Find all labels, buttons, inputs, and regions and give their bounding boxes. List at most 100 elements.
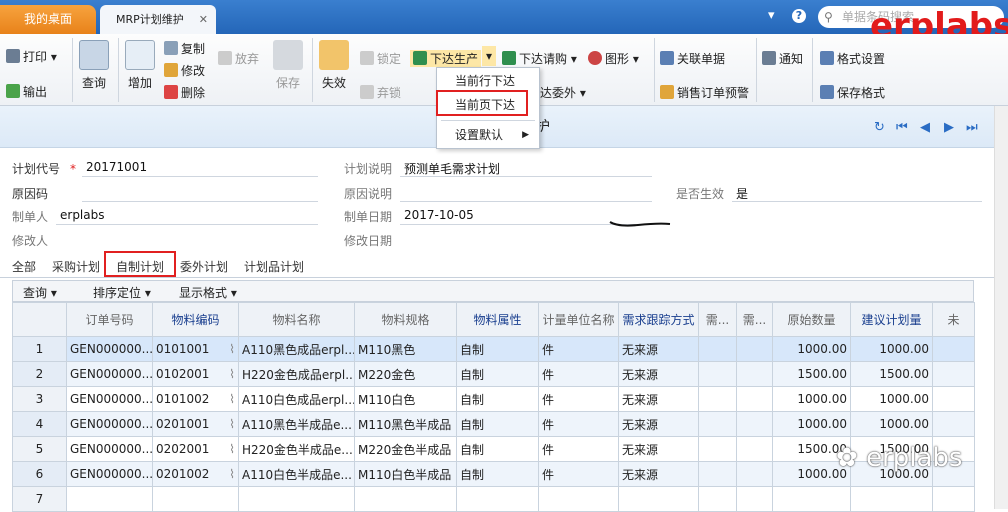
demand-a-cell[interactable] bbox=[698, 411, 737, 437]
tracking-cell[interactable]: 无来源 bbox=[618, 386, 699, 412]
item-spec-cell[interactable]: M110黑色半成品 bbox=[354, 411, 457, 437]
unit-cell[interactable]: 件 bbox=[538, 436, 619, 462]
demand-b-cell[interactable] bbox=[736, 411, 773, 437]
row-number-cell[interactable]: 5 bbox=[12, 436, 67, 462]
col-order-number[interactable]: 订单号码 bbox=[66, 302, 153, 337]
item-spec-cell[interactable]: M110白色 bbox=[354, 386, 457, 412]
col-item-name[interactable]: 物料名称 bbox=[238, 302, 355, 337]
attachment-icon[interactable]: ⌇ bbox=[229, 467, 235, 481]
unit-cell[interactable] bbox=[538, 486, 619, 512]
item-name-cell[interactable]: A110白色半成品e... bbox=[238, 461, 355, 487]
unit-cell[interactable]: 件 bbox=[538, 386, 619, 412]
attachment-icon[interactable]: ⌇ bbox=[229, 417, 235, 431]
grid-query-button[interactable]: 查询 ▾ bbox=[23, 284, 57, 301]
demand-b-cell[interactable] bbox=[736, 336, 773, 362]
tab-all[interactable]: 全部 bbox=[12, 258, 36, 275]
row-number-cell[interactable]: 3 bbox=[12, 386, 67, 412]
linked-docs-button[interactable]: 关联单据 bbox=[660, 50, 725, 67]
plan-desc-field[interactable]: 预测单毛需求计划 bbox=[404, 160, 500, 177]
item-name-cell[interactable]: A110黑色成品erpl... bbox=[238, 336, 355, 362]
refresh-icon[interactable]: ↻ bbox=[874, 120, 885, 135]
more-cell[interactable] bbox=[932, 486, 975, 512]
last-record-icon[interactable]: ⏭ bbox=[966, 120, 978, 135]
add-button[interactable]: 增加 bbox=[124, 40, 156, 91]
vertical-scrollbar[interactable] bbox=[994, 106, 1008, 509]
plan-code-field[interactable]: 20171001 bbox=[86, 160, 147, 174]
tracking-cell[interactable]: 无来源 bbox=[618, 361, 699, 387]
unit-cell[interactable]: 件 bbox=[538, 411, 619, 437]
original-qty-cell[interactable]: 1000.00 bbox=[772, 336, 851, 362]
item-name-cell[interactable]: H220金色成品erpl... bbox=[238, 361, 355, 387]
col-demand-a[interactable]: 需... bbox=[698, 302, 737, 337]
original-qty-cell[interactable]: 1000.00 bbox=[772, 411, 851, 437]
unit-cell[interactable]: 件 bbox=[538, 361, 619, 387]
demand-b-cell[interactable] bbox=[736, 386, 773, 412]
demand-a-cell[interactable] bbox=[698, 461, 737, 487]
item-name-cell[interactable]: A110白色成品erpl... bbox=[238, 386, 355, 412]
item-attr-cell[interactable]: 自制 bbox=[456, 386, 539, 412]
row-number-cell[interactable]: 1 bbox=[12, 336, 67, 362]
item-attr-cell[interactable]: 自制 bbox=[456, 436, 539, 462]
lock-button[interactable]: 锁定 bbox=[360, 50, 401, 67]
tab-outsource-plan[interactable]: 委外计划 bbox=[180, 258, 228, 275]
col-unit-name[interactable]: 计量单位名称 bbox=[538, 302, 619, 337]
first-record-icon[interactable]: ⏮ bbox=[896, 120, 908, 135]
item-spec-cell[interactable]: M110白色半成品 bbox=[354, 461, 457, 487]
item-code-cell[interactable]: 0201002 ⌇ bbox=[152, 461, 239, 487]
col-item-spec[interactable]: 物料规格 bbox=[354, 302, 457, 337]
attachment-icon[interactable]: ⌇ bbox=[229, 367, 235, 381]
order-number-cell[interactable]: GEN000000... bbox=[66, 336, 153, 362]
col-item-attr[interactable]: 物料属性 bbox=[456, 302, 539, 337]
order-number-cell[interactable]: GEN000000... bbox=[66, 436, 153, 462]
format-settings-button[interactable]: 格式设置 bbox=[820, 50, 885, 67]
item-code-cell[interactable] bbox=[152, 486, 239, 512]
item-code-cell[interactable]: 0101001 ⌇ bbox=[152, 336, 239, 362]
item-code-cell[interactable]: 0201001 ⌇ bbox=[152, 411, 239, 437]
demand-b-cell[interactable] bbox=[736, 486, 773, 512]
suggested-qty-cell[interactable]: 1000.00 bbox=[850, 411, 933, 437]
tracking-cell[interactable]: 无来源 bbox=[618, 411, 699, 437]
item-code-cell[interactable]: 0202001 ⌇ bbox=[152, 436, 239, 462]
notice-button[interactable]: 通知 bbox=[762, 50, 803, 67]
more-cell[interactable] bbox=[932, 361, 975, 387]
table-row[interactable]: 1 GEN000000... 0101001 ⌇ A110黑色成品erpl... M11… bbox=[12, 336, 975, 362]
item-spec-cell[interactable]: M220金色 bbox=[354, 361, 457, 387]
demand-a-cell[interactable] bbox=[698, 486, 737, 512]
row-number-cell[interactable]: 6 bbox=[12, 461, 67, 487]
col-tracking-mode[interactable]: 需求跟踪方式 bbox=[618, 302, 699, 337]
chart-button[interactable]: 图形 ▾ bbox=[588, 50, 639, 67]
demand-b-cell[interactable] bbox=[736, 461, 773, 487]
menu-item-current-row[interactable]: 当前行下达 bbox=[437, 70, 539, 92]
suggested-qty-cell[interactable] bbox=[850, 486, 933, 512]
col-demand-b[interactable]: 需... bbox=[736, 302, 773, 337]
more-cell[interactable] bbox=[932, 386, 975, 412]
tab-desktop[interactable]: 我的桌面 bbox=[0, 5, 96, 34]
item-code-cell[interactable]: 0101002 ⌇ bbox=[152, 386, 239, 412]
item-name-cell[interactable] bbox=[238, 486, 355, 512]
demand-a-cell[interactable] bbox=[698, 386, 737, 412]
table-row[interactable]: 6 GEN000000... 0201002 ⌇ A110白色半成品e... M110白… bbox=[12, 461, 975, 487]
invalid-button[interactable]: 失效 bbox=[318, 40, 350, 91]
issue-production-button[interactable]: 下达生产 bbox=[410, 50, 482, 67]
help-icon[interactable]: ? bbox=[792, 9, 806, 23]
attachment-icon[interactable]: ⌇ bbox=[229, 442, 235, 456]
table-row[interactable]: 3 GEN000000... 0101002 ⌇ A110白色成品erpl... M11… bbox=[12, 386, 975, 412]
table-row[interactable]: 5 GEN000000... 0202001 ⌇ H220金色半成品e... M220金… bbox=[12, 436, 975, 462]
outsource-button[interactable]: 达委外 ▾ bbox=[540, 84, 586, 101]
demand-b-cell[interactable] bbox=[736, 436, 773, 462]
row-number-cell[interactable]: 4 bbox=[12, 411, 67, 437]
tracking-cell[interactable] bbox=[618, 486, 699, 512]
order-number-cell[interactable]: GEN000000... bbox=[66, 461, 153, 487]
row-number-cell[interactable]: 2 bbox=[12, 361, 67, 387]
original-qty-cell[interactable] bbox=[772, 486, 851, 512]
order-number-cell[interactable]: GEN000000... bbox=[66, 411, 153, 437]
suggested-qty-cell[interactable]: 1000.00 bbox=[850, 336, 933, 362]
order-number-cell[interactable]: GEN000000... bbox=[66, 361, 153, 387]
item-attr-cell[interactable]: 自制 bbox=[456, 336, 539, 362]
table-row[interactable]: 2 GEN000000... 0102001 ⌇ H220金色成品erpl... M22… bbox=[12, 361, 975, 387]
order-number-cell[interactable]: GEN000000... bbox=[66, 386, 153, 412]
more-cell[interactable] bbox=[932, 336, 975, 362]
item-attr-cell[interactable]: 自制 bbox=[456, 411, 539, 437]
demand-a-cell[interactable] bbox=[698, 436, 737, 462]
modify-button[interactable]: 修改 bbox=[164, 62, 205, 79]
